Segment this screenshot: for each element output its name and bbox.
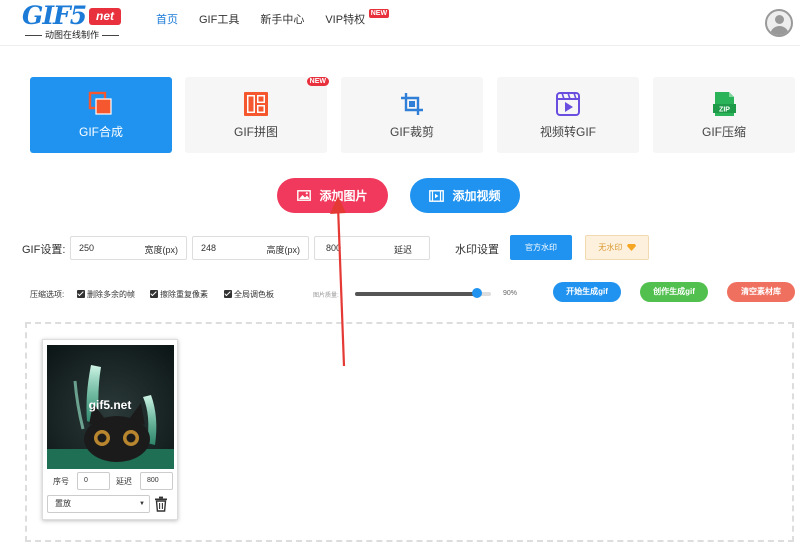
layers-icon (88, 91, 112, 115)
watermark-label: 水印设置 (455, 244, 499, 256)
tool-tab-video-to-gif[interactable]: 视频转GIF (497, 77, 639, 153)
add-video-label: 添加视频 (452, 189, 501, 203)
nav-item-home[interactable]: 首页 (156, 0, 178, 40)
height-unit: 高度(px) (266, 245, 301, 255)
nav-item-gif-tools[interactable]: GIF工具 (199, 0, 239, 40)
frame-card: gif5.net 序号 0 延迟 800 置放 ▼ (42, 339, 178, 520)
height-value: 248 (201, 243, 217, 253)
delay-unit: 延迟 (393, 245, 412, 255)
frame-index-label: 序号 (53, 477, 69, 486)
official-watermark-button[interactable]: 官方水印 (510, 235, 572, 260)
checkbox-checked[interactable] (150, 290, 158, 298)
collage-icon (244, 92, 268, 116)
frame-thumbnail-image: gif5.net (47, 345, 174, 469)
gif-settings-label: GIF设置: (22, 244, 66, 256)
chevron-down-icon: ▼ (139, 501, 145, 507)
crop-icon (401, 93, 423, 115)
option-remove-frames[interactable]: 删除多余的帧 (77, 288, 135, 302)
option-erase-duplicate-label: 擦除重复像素 (160, 290, 208, 299)
tool-tab-gif-crop[interactable]: GIF裁剪 (341, 77, 483, 153)
no-watermark-label: 无水印 (598, 243, 623, 252)
tool-tab-label: 视频转GIF (540, 125, 596, 139)
image-icon (297, 190, 312, 201)
start-generate-gif-button[interactable]: 开始生成gif (553, 282, 621, 302)
film-icon (429, 189, 445, 202)
avatar-body (770, 26, 789, 35)
tool-tab-label: GIF拼图 (234, 125, 278, 139)
option-erase-duplicate-pixels[interactable]: 擦除重复像素 (150, 288, 208, 302)
checkbox-checked[interactable] (224, 290, 232, 298)
delay-field[interactable]: 800 延迟 (314, 236, 430, 260)
nav-item-vip-label: VIP特权 (325, 14, 366, 26)
frame-delay-label: 延迟 (116, 477, 132, 486)
quality-slider-track[interactable] (355, 292, 491, 296)
tool-tab-gif-compress[interactable]: ZIP GIF压缩 (653, 77, 795, 153)
frame-delay-input[interactable]: 800 (140, 472, 173, 490)
checkbox-checked[interactable] (77, 290, 85, 298)
new-badge: NEW (306, 77, 329, 86)
add-images-label: 添加图片 (319, 189, 368, 203)
add-images-button[interactable]: 添加图片 (277, 178, 388, 213)
site-logo[interactable]: GIF5 net 动图在线制作 (22, 3, 122, 43)
zip-icon: ZIP (713, 92, 736, 116)
height-field[interactable]: 248 高度(px) (192, 236, 309, 260)
width-unit: 宽度(px) (144, 245, 179, 255)
tool-tab-gif-collage[interactable]: NEW GIF拼图 (185, 77, 329, 153)
thumbnail-watermark-text: gif5.net (89, 398, 132, 412)
tool-tab-label: GIF合成 (79, 125, 123, 139)
diamond-icon (626, 244, 636, 251)
width-value: 250 (79, 243, 95, 253)
main-nav: 首页 GIF工具 新手中心 VIP特权 NEW (156, 0, 390, 40)
add-video-button[interactable]: 添加视频 (410, 178, 520, 213)
logo-tagline-text: 动图在线制作 (45, 30, 100, 40)
quality-value: 90% (503, 290, 518, 297)
no-watermark-button[interactable]: 无水印 (585, 235, 649, 260)
logo-net-badge: net (89, 8, 121, 25)
user-avatar[interactable] (765, 9, 793, 37)
new-badge: NEW (368, 9, 390, 18)
width-field[interactable]: 250 宽度(px) (70, 236, 187, 260)
quality-label: 图片质量: (313, 293, 339, 299)
nav-item-vip[interactable]: VIP特权 NEW (325, 0, 390, 40)
delay-value: 800 (326, 243, 342, 253)
page: GIF5 net 动图在线制作 首页 GIF工具 新手中心 VIP特权 NEW G… (0, 0, 800, 547)
video-play-icon (556, 92, 580, 116)
frame-thumbnail[interactable]: gif5.net (47, 345, 174, 469)
option-global-palette-label: 全局调色板 (234, 290, 274, 299)
frame-index-input[interactable]: 0 (77, 472, 110, 490)
clear-library-button[interactable]: 清空素材库 (727, 282, 795, 302)
avatar-head (775, 15, 784, 24)
zip-icon-text: ZIP (719, 107, 730, 114)
tool-tabs: GIF合成 NEW GIF拼图 GIF裁剪 视频转GIF ZIP GIF压缩 (30, 77, 800, 153)
top-header: GIF5 net 动图在线制作 首页 GIF工具 新手中心 VIP特权 NEW (0, 0, 800, 46)
frame-dispose-value: 置放 (55, 499, 71, 508)
frame-dispose-select[interactable]: 置放 ▼ (47, 495, 150, 513)
logo-main-text: GIF5 (22, 1, 87, 30)
compression-options-label: 压缩选项: (30, 290, 65, 299)
tool-tab-gif-compose[interactable]: GIF合成 (30, 77, 172, 153)
tool-tab-label: GIF裁剪 (390, 125, 434, 139)
quality-slider-fill (355, 292, 478, 296)
tool-tab-label: GIF压缩 (702, 125, 746, 139)
nav-item-beginner-center[interactable]: 新手中心 (260, 0, 304, 40)
quality-slider-handle[interactable] (472, 288, 483, 298)
create-gif-button[interactable]: 创作生成gif (640, 282, 708, 302)
trash-icon[interactable] (154, 496, 168, 512)
frame-settings-row: 序号 0 延迟 800 (43, 472, 177, 490)
logo-tagline: 动图在线制作 (22, 30, 122, 41)
option-global-palette[interactable]: 全局调色板 (224, 288, 274, 302)
option-remove-frames-label: 删除多余的帧 (87, 290, 135, 299)
